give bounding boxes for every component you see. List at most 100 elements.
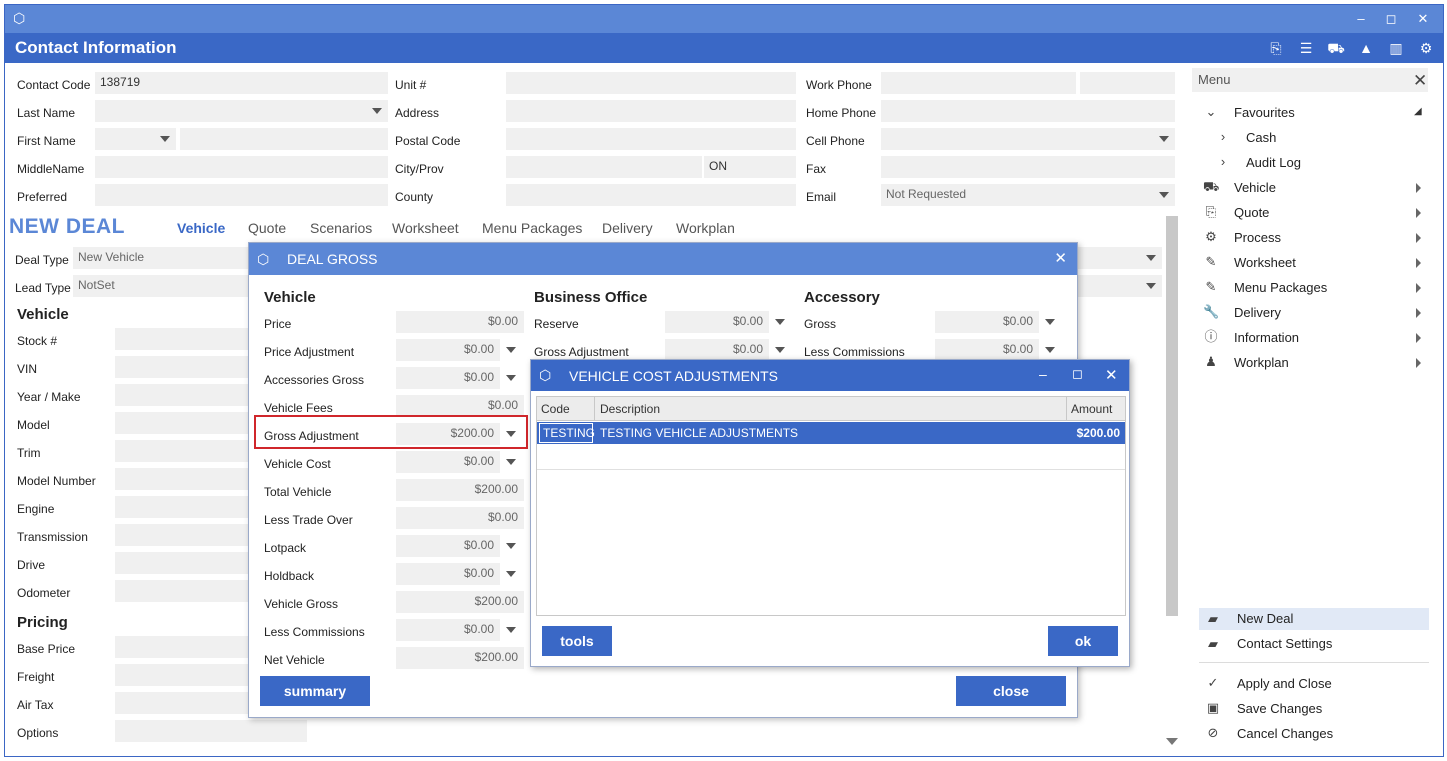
minimize-icon[interactable]: ‒ — [1039, 366, 1047, 382]
chevron-down-icon[interactable] — [506, 571, 516, 577]
chevron-right-icon[interactable] — [1416, 233, 1421, 243]
chevron-down-icon[interactable] — [1146, 255, 1156, 261]
chevron-right-icon[interactable] — [1416, 333, 1421, 343]
contact-code-field[interactable]: 138719 — [95, 72, 388, 94]
tab-quote[interactable]: Quote — [248, 220, 286, 236]
dg-row-value[interactable]: $200.00 — [396, 647, 524, 669]
new-deal-highlight[interactable] — [1199, 608, 1429, 630]
first-name-prefix-select[interactable] — [95, 128, 176, 150]
menu-fav-audit-log[interactable]: Audit Log — [1246, 155, 1301, 170]
dg-row-value[interactable]: $0.00 — [665, 339, 769, 361]
close-icon[interactable]: ✕ — [1054, 249, 1067, 267]
postal-code-field[interactable] — [506, 128, 796, 150]
close-menu-icon[interactable]: ✕ — [1413, 71, 1427, 91]
chevron-down-icon[interactable]: ⌄ — [1203, 104, 1219, 120]
chart-icon[interactable]: ▥ — [1387, 40, 1405, 56]
deal-type-right-dropdown[interactable] — [1078, 247, 1162, 269]
city-field[interactable] — [506, 156, 702, 178]
province-field[interactable]: ON — [704, 156, 796, 178]
fax-field[interactable] — [881, 156, 1175, 178]
home-phone-field[interactable] — [881, 100, 1175, 122]
menu-contact-settings[interactable]: Contact Settings — [1237, 636, 1332, 651]
cell-code[interactable]: TESTING — [539, 423, 595, 443]
cell-amount[interactable]: $200.00 — [1077, 426, 1120, 440]
menu-item[interactable]: Information — [1234, 330, 1299, 345]
close-button[interactable]: close — [956, 676, 1066, 706]
chevron-right-icon[interactable] — [1416, 283, 1421, 293]
menu-favourites[interactable]: Favourites — [1234, 105, 1295, 120]
chevron-down-icon[interactable] — [1146, 283, 1156, 289]
dg-row-value[interactable]: $0.00 — [665, 311, 769, 333]
menu-search-input[interactable]: Menu — [1192, 68, 1428, 92]
chevron-down-icon[interactable] — [160, 136, 170, 142]
chevron-down-icon[interactable] — [775, 347, 785, 353]
work-phone-field[interactable] — [881, 72, 1076, 94]
dg-row-value[interactable]: $200.00 — [396, 591, 524, 613]
work-phone-ext-field[interactable] — [1080, 72, 1175, 94]
chevron-down-icon[interactable] — [1159, 136, 1169, 142]
deal-type-field[interactable]: New Vehicle — [73, 247, 253, 269]
cancel-changes-button[interactable]: Cancel Changes — [1237, 726, 1333, 741]
collapse-triangle-icon[interactable]: ◢ — [1414, 106, 1422, 117]
dg-row-value[interactable]: $0.00 — [396, 395, 524, 417]
menu-fav-cash[interactable]: Cash — [1246, 130, 1276, 145]
chevron-down-icon[interactable] — [506, 375, 516, 381]
lead-type-field[interactable]: NotSet — [73, 275, 253, 297]
chevron-right-icon[interactable] — [1416, 208, 1421, 218]
dg-row-value[interactable]: $0.00 — [396, 311, 524, 333]
tab-worksheet[interactable]: Worksheet — [392, 220, 459, 236]
last-name-field[interactable] — [95, 100, 388, 122]
county-field[interactable] — [506, 184, 796, 206]
dg-row-value[interactable]: $0.00 — [396, 339, 500, 361]
menu-item[interactable]: Delivery — [1234, 305, 1281, 320]
maximize-icon[interactable]: ◻ — [1072, 366, 1083, 382]
chevron-down-icon[interactable] — [1045, 347, 1055, 353]
minimize-button[interactable]: ‒ — [1350, 9, 1372, 29]
col-header-description[interactable]: Description — [600, 402, 660, 416]
dg-row-value[interactable]: $0.00 — [396, 507, 524, 529]
menu-item[interactable]: Process — [1234, 230, 1281, 245]
document-icon[interactable]: ⎘ — [1267, 40, 1285, 56]
chevron-right-icon[interactable]: › — [1215, 154, 1231, 170]
chevron-down-icon[interactable] — [506, 543, 516, 549]
menu-new-deal[interactable]: New Deal — [1237, 611, 1293, 626]
col-header-amount[interactable]: Amount — [1071, 402, 1112, 416]
chevron-down-icon[interactable] — [506, 627, 516, 633]
tab-scenarios[interactable]: Scenarios — [310, 220, 372, 236]
cell-description[interactable]: TESTING VEHICLE ADJUSTMENTS — [600, 426, 798, 440]
dg-row-value[interactable]: $0.00 — [396, 451, 500, 473]
middle-name-field[interactable] — [95, 156, 388, 178]
tab-vehicle[interactable]: Vehicle — [177, 220, 225, 236]
tools-button[interactable]: tools — [542, 626, 612, 656]
menu-item[interactable]: Worksheet — [1234, 255, 1296, 270]
process-icon[interactable]: ⚙ — [1417, 40, 1435, 56]
apply-and-close-button[interactable]: Apply and Close — [1237, 676, 1332, 691]
list-icon[interactable]: ☰ — [1297, 40, 1315, 56]
menu-item[interactable]: Quote — [1234, 205, 1269, 220]
maximize-button[interactable]: ◻ — [1380, 9, 1402, 29]
chevron-down-icon[interactable] — [506, 459, 516, 465]
chevron-down-icon[interactable] — [506, 347, 516, 353]
tab-delivery[interactable]: Delivery — [602, 220, 653, 236]
chevron-right-icon[interactable] — [1416, 308, 1421, 318]
dg-row-value[interactable]: $200.00 — [396, 479, 524, 501]
warning-icon[interactable]: ▲ — [1357, 40, 1375, 56]
first-name-field[interactable] — [180, 128, 388, 150]
ok-button[interactable]: ok — [1048, 626, 1118, 656]
col-header-code[interactable]: Code — [541, 402, 570, 416]
unit-field[interactable] — [506, 72, 796, 94]
table-row[interactable]: TESTING TESTING VEHICLE ADJUSTMENTS $200… — [537, 422, 1125, 444]
dg-row-value[interactable]: $0.00 — [935, 311, 1039, 333]
tab-menu-packages[interactable]: Menu Packages — [482, 220, 582, 236]
close-icon[interactable]: ✕ — [1105, 366, 1118, 384]
chevron-right-icon[interactable] — [1416, 183, 1421, 193]
email-field[interactable]: Not Requested — [881, 184, 1175, 206]
dg-row-value[interactable]: $0.00 — [396, 367, 500, 389]
address-field[interactable] — [506, 100, 796, 122]
lead-type-right-dropdown[interactable] — [1078, 275, 1162, 297]
chevron-down-icon[interactable] — [1045, 319, 1055, 325]
dg-row-value[interactable]: $0.00 — [396, 619, 500, 641]
menu-item[interactable]: Workplan — [1234, 355, 1289, 370]
cell-phone-field[interactable] — [881, 128, 1175, 150]
main-scrollbar[interactable] — [1166, 216, 1178, 616]
